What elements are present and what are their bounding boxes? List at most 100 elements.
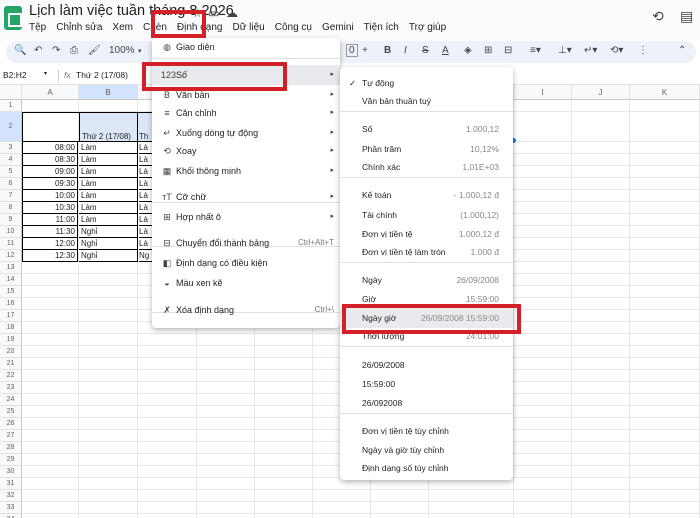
row-header-20[interactable]: 20 xyxy=(0,346,22,358)
cell-time[interactable]: 09:00 xyxy=(22,166,78,178)
number-format-item-15[interactable]: 26/092008 xyxy=(340,393,513,413)
number-format-item-3[interactable]: Phần trăm 10,12% xyxy=(340,139,513,159)
italic-icon[interactable]: I xyxy=(404,45,407,56)
row-header-29[interactable]: 29 xyxy=(0,454,22,466)
row-header-7[interactable]: 7 xyxy=(0,190,22,202)
row-header-2[interactable]: 2 xyxy=(0,112,22,142)
collapse-toolbar-icon[interactable]: ⌃ xyxy=(678,45,686,56)
number-format-item-14[interactable]: 15:59:00 xyxy=(340,374,513,394)
cell-next-day[interactable]: Ng xyxy=(139,250,152,262)
row-header-3[interactable]: 3 xyxy=(0,142,22,154)
format-menu-item-9[interactable]: ◧ Định dạng có điều kiện xyxy=(152,253,340,273)
increase-font-icon[interactable]: + xyxy=(362,45,368,56)
font-size-input[interactable]: 0 xyxy=(346,44,358,57)
number-format-item-10[interactable]: Giờ 15:59:00 xyxy=(340,289,513,309)
cell-time[interactable]: 12:00 xyxy=(22,238,78,250)
format-menu-item-2[interactable]: ≡ Căn chỉnh ▸ xyxy=(152,103,340,123)
row-header-16[interactable]: 16 xyxy=(0,298,22,310)
number-format-item-4[interactable]: Chính xác 1,01E+03 xyxy=(340,157,513,177)
row-header-13[interactable]: 13 xyxy=(0,262,22,274)
cell-time[interactable]: 09:30 xyxy=(22,178,78,190)
cell-time[interactable]: 12:30 xyxy=(22,250,78,262)
wrap-icon[interactable]: ↵▾ xyxy=(584,45,597,56)
number-format-item-12[interactable]: Thời lượng 24:01:00 xyxy=(340,326,513,346)
number-format-item-8[interactable]: Đơn vị tiền tệ làm tròn 1.000 đ xyxy=(340,242,513,262)
cell-next-day[interactable]: Là xyxy=(139,238,152,250)
row-header-10[interactable]: 10 xyxy=(0,226,22,238)
menu-9[interactable]: Trợ giúp xyxy=(409,22,446,33)
cell-B2-header[interactable]: Thứ 2 (17/08) xyxy=(79,112,138,142)
menu-3[interactable]: Chèn xyxy=(143,22,167,33)
row-header-17[interactable]: 17 xyxy=(0,310,22,322)
format-menu-item-1[interactable]: B Văn bản ▸ xyxy=(152,85,340,105)
format-menu-item-4[interactable]: ⟲ Xoay ▸ xyxy=(152,141,340,161)
cell-C2-header[interactable]: Th xyxy=(138,112,152,142)
menu-8[interactable]: Tiện ích xyxy=(364,22,399,33)
row-header-11[interactable]: 11 xyxy=(0,238,22,250)
row-header-1[interactable]: 1 xyxy=(0,100,22,112)
borders-icon[interactable]: ⊞ xyxy=(484,45,492,56)
cell-status[interactable]: Làm xyxy=(79,190,138,202)
row-header-22[interactable]: 22 xyxy=(0,370,22,382)
row-header-19[interactable]: 19 xyxy=(0,334,22,346)
cell-time[interactable]: 11:00 xyxy=(22,214,78,226)
number-format-item-17[interactable]: Ngày và giờ tùy chỉnh xyxy=(340,440,513,460)
cell-time[interactable]: 08:00 xyxy=(22,142,78,154)
row-header-9[interactable]: 9 xyxy=(0,214,22,226)
print-icon[interactable]: ⎙ xyxy=(70,45,78,56)
move-folder-icon[interactable]: ▭ xyxy=(208,6,219,20)
cell-next-day[interactable]: Là xyxy=(139,214,152,226)
cell-next-day[interactable]: Là xyxy=(139,166,152,178)
format-menu-item-0[interactable]: 123 Số ▸ xyxy=(152,65,340,85)
cell-time[interactable]: 08:30 xyxy=(22,154,78,166)
align-icon[interactable]: ≡▾ xyxy=(530,45,541,56)
redo-icon[interactable]: ↷ xyxy=(52,45,60,56)
row-header-26[interactable]: 26 xyxy=(0,418,22,430)
search-menus-icon[interactable]: 🔍 xyxy=(14,45,26,56)
number-format-item-9[interactable]: Ngày 26/09/2008 xyxy=(340,270,513,290)
paint-format-icon[interactable]: 🖌 xyxy=(88,45,101,56)
row-header-21[interactable]: 21 xyxy=(0,358,22,370)
cell-status[interactable]: Làm xyxy=(79,142,138,154)
history-icon[interactable]: ⟲ xyxy=(652,8,664,25)
format-menu-item-5[interactable]: ▦ Khối thông minh ▸ xyxy=(152,161,340,181)
menu-1[interactable]: Chỉnh sửa xyxy=(56,22,102,33)
cell-time[interactable]: 10:30 xyxy=(22,202,78,214)
cell-next-day[interactable]: Là xyxy=(139,178,152,190)
menu-7[interactable]: Gemini xyxy=(322,22,354,33)
cell-time[interactable]: 10:00 xyxy=(22,190,78,202)
valign-icon[interactable]: ⊥▾ xyxy=(558,45,572,56)
row-header-4[interactable]: 4 xyxy=(0,154,22,166)
row-header-32[interactable]: 32 xyxy=(0,490,22,502)
number-format-item-6[interactable]: Tài chính (1.000,12) xyxy=(340,205,513,225)
name-box[interactable]: B2:H2 xyxy=(3,70,27,80)
menu-0[interactable]: Tệp xyxy=(29,22,46,33)
more-icon[interactable]: ⋮ xyxy=(638,45,648,56)
row-header-31[interactable]: 31 xyxy=(0,478,22,490)
row-header-8[interactable]: 8 xyxy=(0,202,22,214)
menu-2[interactable]: Xem xyxy=(112,22,133,33)
row-header-18[interactable]: 18 xyxy=(0,322,22,334)
format-menu-item-11[interactable]: ✗ Xóa định dạng Ctrl+\ xyxy=(152,300,340,320)
name-box-chevron-icon[interactable]: ▾ xyxy=(44,70,47,77)
cell-time[interactable]: 11:30 xyxy=(22,226,78,238)
number-format-item-13[interactable]: 26/09/2008 xyxy=(340,355,513,375)
row-header-33[interactable]: 33 xyxy=(0,502,22,514)
number-format-item-1[interactable]: Văn bản thuần tuý xyxy=(340,91,513,111)
cell-status[interactable]: Làm xyxy=(79,154,138,166)
menu-5[interactable]: Dữ liệu xyxy=(232,22,264,33)
row-header-15[interactable]: 15 xyxy=(0,286,22,298)
cell-status[interactable]: Làm xyxy=(79,202,138,214)
fill-color-icon[interactable]: ◈ xyxy=(464,45,472,56)
cell-next-day[interactable]: Là xyxy=(139,142,152,154)
column-header-I[interactable]: I xyxy=(514,85,572,100)
zoom-chevron-icon[interactable]: ▾ xyxy=(138,47,142,55)
cell-next-day[interactable]: Là xyxy=(139,190,152,202)
strikethrough-icon[interactable]: S xyxy=(422,45,429,56)
row-header-6[interactable]: 6 xyxy=(0,178,22,190)
cell-next-day[interactable]: Là xyxy=(139,202,152,214)
format-menu-item-7[interactable]: ⊞ Hợp nhất ô ▸ xyxy=(152,207,340,227)
row-header-24[interactable]: 24 xyxy=(0,394,22,406)
column-header-K[interactable]: K xyxy=(630,85,700,100)
row-header-5[interactable]: 5 xyxy=(0,166,22,178)
